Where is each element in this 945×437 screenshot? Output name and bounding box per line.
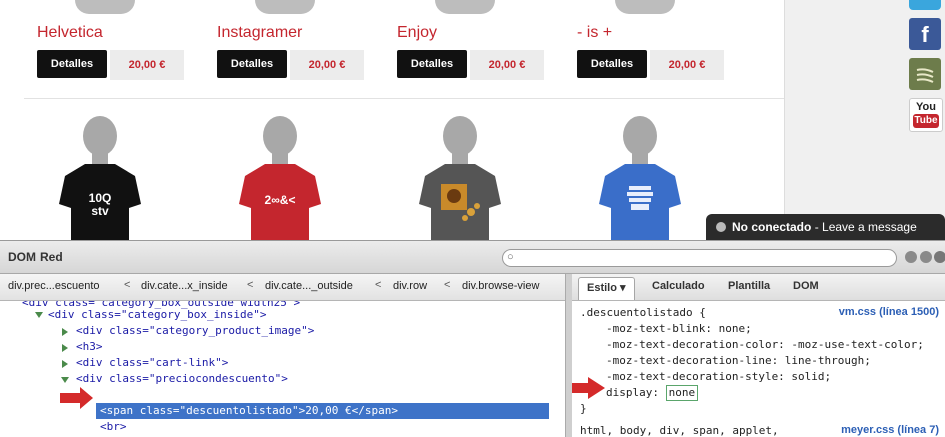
tab-dom-props[interactable]: DOM [793, 280, 819, 292]
product-name[interactable]: Helvetica [37, 24, 103, 42]
details-button[interactable]: Detalles [577, 50, 647, 78]
css-property[interactable]: -moz-text-decoration-style: solid; [606, 369, 831, 385]
red-arrow-annotation [572, 377, 605, 399]
breadcrumb-separator: < [444, 279, 451, 291]
search-icon: ○ [507, 251, 514, 263]
expand-triangle-icon[interactable] [34, 310, 44, 320]
chat-message: - Leave a message [814, 220, 917, 234]
breadcrumb-item[interactable]: div.prec...escuento [8, 280, 100, 292]
facebook-icon[interactable]: f [909, 18, 941, 50]
tab-plantilla[interactable]: Plantilla [728, 280, 770, 292]
product-image[interactable] [255, 0, 315, 14]
product-image[interactable]: 10Q stv [45, 112, 155, 240]
collapsed-triangle-icon[interactable] [60, 327, 70, 337]
expand-triangle-icon[interactable] [60, 375, 70, 385]
product-name[interactable]: Instagramer [217, 24, 302, 42]
tab-calculado[interactable]: Calculado [652, 280, 705, 292]
youtube-label: You [916, 101, 936, 113]
red-arrow-annotation [60, 387, 93, 409]
row-divider [24, 98, 784, 99]
dom-node[interactable]: <div class="cart-link"> [76, 355, 228, 371]
chevron-down-icon: ▾ [620, 282, 626, 294]
css-property[interactable]: -moz-text-decoration-color: -moz-use-tex… [606, 337, 924, 353]
css-selector[interactable]: html, body, div, span, applet, [580, 423, 779, 437]
product-name[interactable]: - is + [577, 24, 612, 42]
devtools-panel: DOM Red ○ div.prec...escuento < div.cate… [0, 240, 945, 437]
twitter-icon[interactable] [909, 0, 941, 10]
product-image[interactable] [585, 112, 695, 240]
css-rule-close: } [580, 402, 587, 415]
product-price: 20,00 € [110, 50, 184, 80]
css-property[interactable]: -moz-text-decoration-line: line-through; [606, 353, 871, 369]
tab-network[interactable]: Red [40, 250, 63, 264]
minimize-icon[interactable] [905, 251, 917, 263]
youtube-label-tube: Tube [913, 114, 939, 128]
shop-page: Helvetica Detalles 20,00 € Instagramer D… [0, 0, 784, 240]
product-price: 20,00 € [290, 50, 364, 80]
css-source-link[interactable]: vm.css (línea 1500) [839, 306, 939, 318]
breadcrumb-separator: < [124, 279, 131, 291]
breadcrumb-item[interactable]: div.browse-view [462, 280, 539, 292]
devtools-toolbar: DOM Red ○ [0, 241, 945, 274]
css-property-name: display: [606, 386, 659, 399]
product-image[interactable] [75, 0, 135, 14]
breadcrumb-item[interactable]: div.cate...x_inside [141, 280, 228, 292]
shirt-print-line2: stv [91, 204, 109, 218]
chat-status-icon [716, 222, 726, 232]
breadcrumb-item[interactable]: div.cate..._outside [265, 280, 353, 292]
details-button[interactable]: Detalles [397, 50, 467, 78]
product-image[interactable]: 2∞&< [225, 112, 335, 240]
breadcrumb-separator: < [375, 279, 382, 291]
tab-estilo[interactable]: Estilo ▾ [578, 277, 635, 300]
devtools-search-input[interactable]: ○ [502, 249, 897, 267]
youtube-icon[interactable]: You Tube [909, 98, 943, 132]
rss-icon[interactable] [909, 58, 941, 90]
collapsed-triangle-icon[interactable] [60, 343, 70, 353]
chat-widget[interactable]: No conectado - Leave a message [706, 214, 945, 240]
css-property-display[interactable]: display: none [606, 385, 699, 401]
product-image[interactable] [615, 0, 675, 14]
dom-tree: <div class="category_box_outside width25… [0, 301, 565, 437]
shirt-print-line1: 2∞&< [264, 193, 296, 207]
dom-node[interactable]: <br> [100, 419, 127, 435]
css-source-link[interactable]: meyer.css (línea 7) [841, 424, 939, 436]
product-price: 20,00 € [470, 50, 544, 80]
css-rules-pane: .descuentolistado { vm.css (línea 1500) … [572, 301, 945, 437]
collapsed-triangle-icon[interactable] [60, 359, 70, 369]
tab-dom[interactable]: DOM [8, 250, 36, 264]
product-price: 20,00 € [650, 50, 724, 80]
product-name[interactable]: Enjoy [397, 24, 437, 42]
selected-dom-node[interactable]: <span class="descuentolistado">20,00 €</… [96, 403, 549, 419]
breadcrumb-separator: < [247, 279, 254, 291]
dom-node[interactable]: <div class="category_box_inside"> [48, 307, 267, 323]
dom-node[interactable]: <div class="category_product_image"> [76, 323, 314, 339]
breadcrumb: div.prec...escuento < div.cate...x_insid… [0, 274, 565, 301]
chat-status: No conectado [732, 220, 812, 234]
details-button[interactable]: Detalles [37, 50, 107, 78]
close-icon[interactable] [934, 251, 945, 263]
style-tabs: Estilo ▾ Calculado Plantilla DOM [572, 274, 945, 301]
dom-node[interactable]: <span class="descuentolistado">20,00 €</… [100, 403, 398, 419]
css-value-editor[interactable]: none [665, 385, 699, 401]
detach-icon[interactable] [920, 251, 932, 263]
details-button[interactable]: Detalles [217, 50, 287, 78]
product-image[interactable] [435, 0, 495, 14]
product-image[interactable] [405, 112, 515, 240]
dom-node[interactable]: <div class="preciocondescuento"> [76, 371, 288, 387]
breadcrumb-item[interactable]: div.row [393, 280, 427, 292]
css-selector[interactable]: .descuentolistado { [580, 305, 706, 321]
dom-node[interactable]: <h3> [76, 339, 103, 355]
css-property[interactable]: -moz-text-blink: none; [606, 321, 752, 337]
